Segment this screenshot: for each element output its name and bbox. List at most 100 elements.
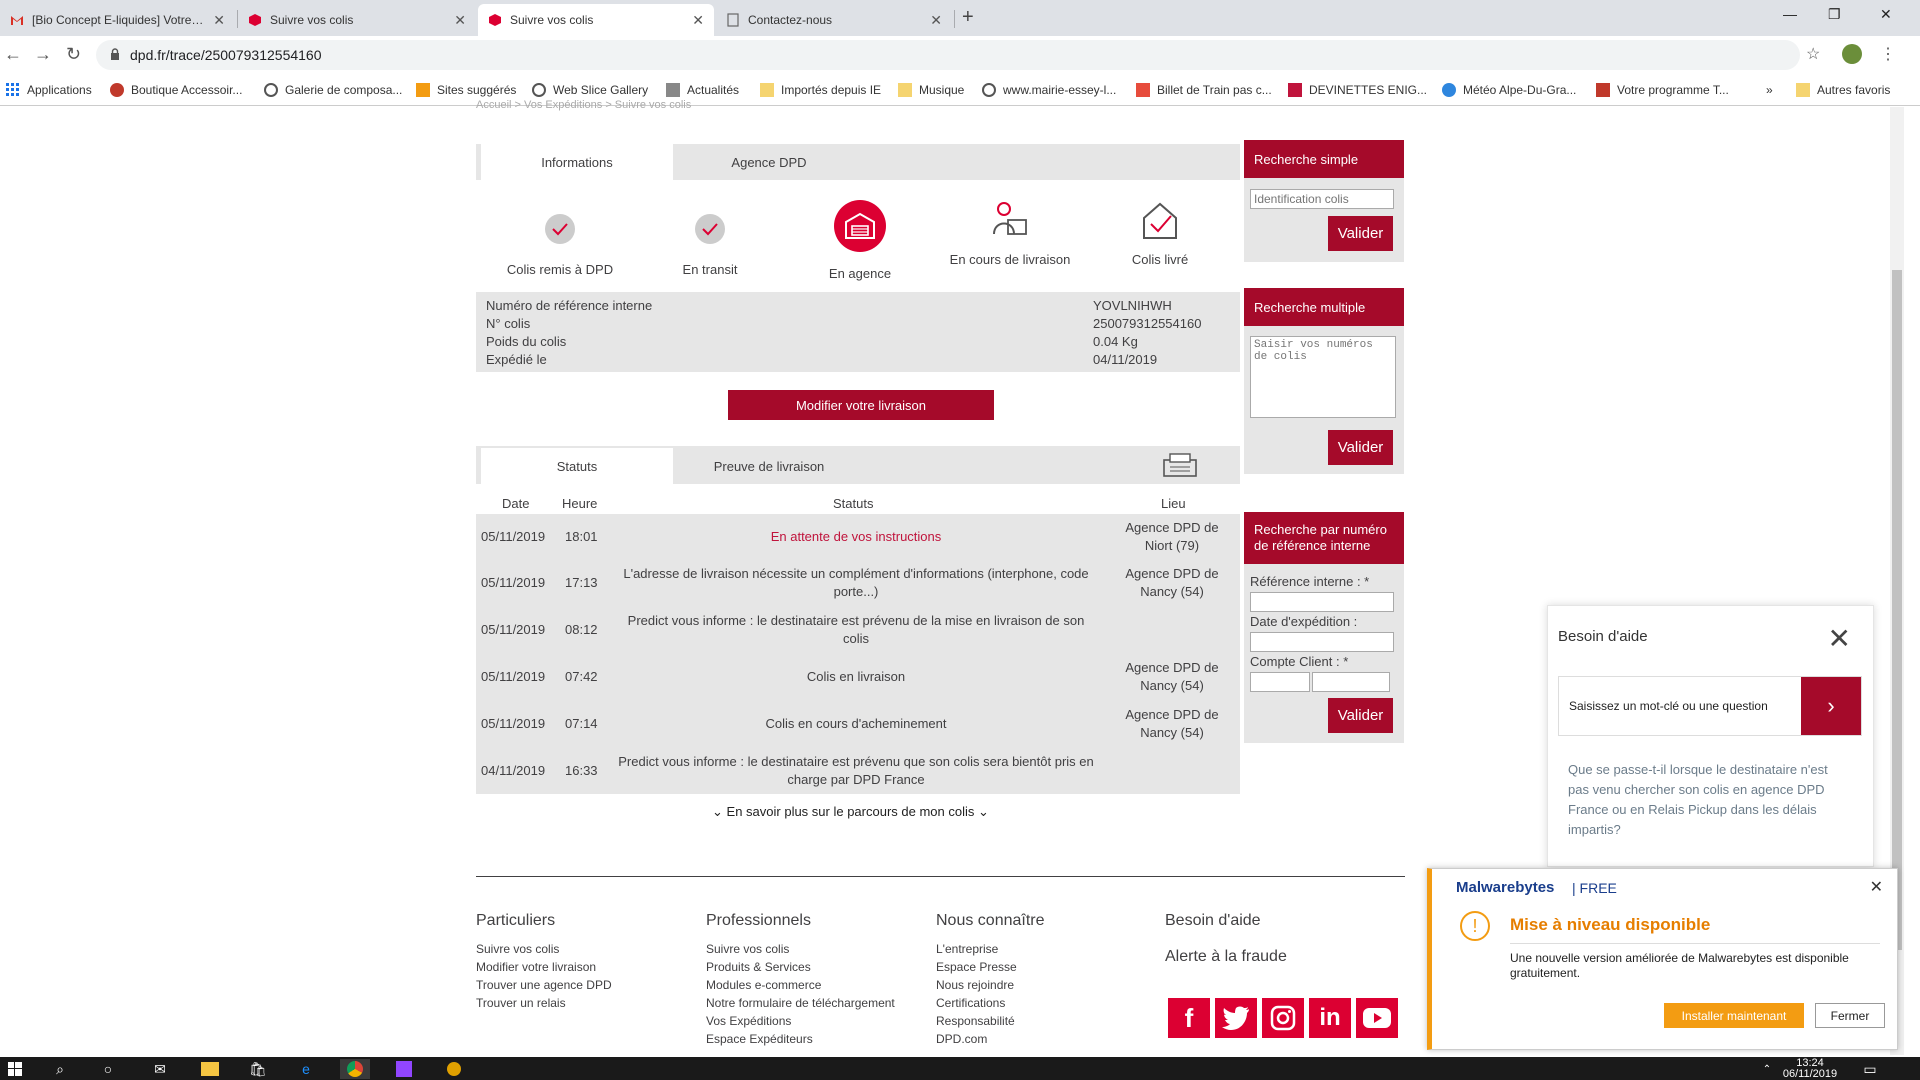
tab-preuve-livraison[interactable]: Preuve de livraison bbox=[673, 448, 865, 484]
tab-informations[interactable]: Informations bbox=[481, 144, 673, 180]
tab-suivre-active[interactable]: Suivre vos colis ✕ bbox=[478, 4, 714, 36]
close-icon[interactable]: ✕ bbox=[1828, 622, 1851, 655]
windows-taskbar: ⌕ ○ ✉ 🛍 e ⌃ 13:24 06/11/2019 ▭ bbox=[0, 1057, 1920, 1080]
footer-besoin-aide[interactable]: Besoin d'aide bbox=[1165, 912, 1261, 930]
linkedin-icon[interactable]: in bbox=[1309, 998, 1351, 1038]
footer-link[interactable]: Responsabilité bbox=[936, 1014, 1015, 1028]
bookmark-folder[interactable]: Musique bbox=[898, 83, 964, 97]
close-icon[interactable]: ✕ bbox=[454, 12, 466, 29]
reload-icon[interactable]: ↻ bbox=[66, 44, 81, 65]
tab-agence-dpd[interactable]: Agence DPD bbox=[673, 144, 865, 180]
search-icon[interactable]: ⌕ bbox=[50, 1059, 70, 1079]
footer-link[interactable]: Vos Expéditions bbox=[706, 1014, 791, 1028]
back-arrow-icon[interactable]: ← bbox=[4, 44, 22, 65]
chrome-icon[interactable] bbox=[340, 1059, 370, 1079]
bookmarks-more[interactable]: » bbox=[1766, 83, 1773, 97]
footer-link[interactable]: Espace Expéditeurs bbox=[706, 1032, 813, 1046]
bookmark-item[interactable]: Web Slice Gallery bbox=[532, 83, 648, 97]
footer-link[interactable]: Modules e-commerce bbox=[706, 978, 821, 992]
footer-link[interactable]: Espace Presse bbox=[936, 960, 1017, 974]
help-search-field[interactable]: Saisissez un mot-clé ou une question › bbox=[1558, 676, 1862, 736]
instagram-icon[interactable] bbox=[1262, 998, 1304, 1038]
fermer-button[interactable]: Fermer bbox=[1815, 1003, 1885, 1028]
chevron-right-icon[interactable]: › bbox=[1801, 677, 1861, 735]
globe-icon bbox=[532, 83, 546, 97]
footer-link[interactable]: Modifier votre livraison bbox=[476, 960, 596, 974]
file-explorer-icon[interactable] bbox=[198, 1059, 222, 1079]
tab-statuts[interactable]: Statuts bbox=[481, 448, 673, 484]
footer-link[interactable]: Nous rejoindre bbox=[936, 978, 1014, 992]
tab-contact[interactable]: Contactez-nous ✕ bbox=[716, 4, 952, 36]
footer-particuliers-title: Particuliers bbox=[476, 912, 556, 929]
footer-link[interactable]: DPD.com bbox=[936, 1032, 987, 1046]
tab-suivre-1[interactable]: Suivre vos colis ✕ bbox=[238, 4, 476, 36]
new-tab-button[interactable]: + bbox=[962, 6, 974, 29]
app-icon[interactable] bbox=[442, 1059, 466, 1079]
info-tabs: Informations Agence DPD bbox=[476, 144, 1240, 180]
close-icon[interactable]: ✕ bbox=[213, 12, 225, 29]
compte-input-1[interactable] bbox=[1250, 672, 1310, 692]
modify-delivery-button[interactable]: Modifier votre livraison bbox=[728, 390, 994, 420]
footer-alerte-fraude[interactable]: Alerte à la fraude bbox=[1165, 948, 1287, 966]
bookmark-folder[interactable]: Importés depuis IE bbox=[760, 83, 881, 97]
valider-multiple-button[interactable]: Valider bbox=[1328, 430, 1393, 465]
install-now-button[interactable]: Installer maintenant bbox=[1664, 1003, 1804, 1028]
close-icon[interactable]: ✕ bbox=[1870, 877, 1883, 897]
footer-link[interactable]: Suivre vos colis bbox=[476, 942, 559, 956]
windows-start-icon[interactable] bbox=[6, 1059, 24, 1079]
youtube-icon[interactable] bbox=[1356, 998, 1398, 1038]
restore-button[interactable]: ❐ bbox=[1828, 6, 1841, 23]
tab-label: Contactez-nous bbox=[748, 13, 833, 27]
notification-icon[interactable]: ▭ bbox=[1860, 1059, 1880, 1079]
forward-arrow-icon[interactable]: → bbox=[34, 44, 52, 65]
bookmark-item[interactable]: Billet de Train pas c... bbox=[1136, 83, 1272, 97]
mail-icon[interactable]: ✉ bbox=[146, 1059, 174, 1079]
tab-gmail[interactable]: [Bio Concept E-liquides] Votre co ✕ bbox=[0, 4, 235, 36]
clock[interactable]: 13:24 06/11/2019 bbox=[1770, 1057, 1850, 1080]
more-info-link[interactable]: ⌄ En savoir plus sur le parcours de mon … bbox=[712, 804, 989, 820]
multiple-tracking-textarea[interactable] bbox=[1250, 336, 1396, 418]
twitter-icon[interactable] bbox=[1215, 998, 1257, 1038]
bookmark-item[interactable]: Sites suggérés bbox=[416, 83, 516, 97]
close-icon[interactable]: ✕ bbox=[692, 12, 704, 29]
omnibox[interactable]: dpd.fr/trace/250079312554160 bbox=[96, 40, 1800, 70]
bookmark-item[interactable]: Météo Alpe-Du-Gra... bbox=[1442, 83, 1576, 97]
bookmark-item[interactable]: Votre programme T... bbox=[1596, 83, 1729, 97]
facebook-icon[interactable]: f bbox=[1168, 998, 1210, 1038]
bookmark-item[interactable]: www.mairie-essey-l... bbox=[982, 83, 1116, 97]
avatar[interactable] bbox=[1842, 44, 1862, 64]
menu-icon[interactable]: ⋮ bbox=[1880, 44, 1896, 64]
printer-icon[interactable] bbox=[1160, 452, 1200, 485]
footer-link[interactable]: Produits & Services bbox=[706, 960, 811, 974]
bookmark-item[interactable]: DEVINETTES ENIG... bbox=[1288, 83, 1427, 97]
store-icon[interactable]: 🛍 bbox=[246, 1059, 270, 1079]
bookmark-item[interactable]: Boutique Accessoir... bbox=[110, 83, 242, 97]
other-bookmarks[interactable]: Autres favoris bbox=[1796, 83, 1890, 97]
twitch-icon[interactable] bbox=[392, 1059, 416, 1079]
footer-link[interactable]: Notre formulaire de téléchargement bbox=[706, 996, 895, 1010]
close-icon[interactable]: ✕ bbox=[930, 12, 942, 29]
close-window-button[interactable]: ✕ bbox=[1880, 6, 1892, 23]
tv-icon bbox=[1596, 83, 1610, 97]
scrollbar-thumb[interactable] bbox=[1892, 270, 1902, 950]
valider-reference-button[interactable]: Valider bbox=[1328, 698, 1393, 733]
bookmark-item[interactable]: Galerie de composa... bbox=[264, 83, 402, 97]
task-view-icon[interactable]: ○ bbox=[98, 1059, 118, 1079]
tracking-id-input[interactable] bbox=[1250, 189, 1394, 209]
reference-input[interactable] bbox=[1250, 592, 1394, 612]
star-icon[interactable]: ☆ bbox=[1806, 44, 1820, 64]
footer-link[interactable]: L'entreprise bbox=[936, 942, 998, 956]
footer-link[interactable]: Trouver un relais bbox=[476, 996, 566, 1010]
date-input[interactable] bbox=[1250, 632, 1394, 652]
bookmark-item[interactable]: Actualités bbox=[666, 83, 739, 97]
footer-link[interactable]: Certifications bbox=[936, 996, 1005, 1010]
footer-link[interactable]: Suivre vos colis bbox=[706, 942, 789, 956]
valider-simple-button[interactable]: Valider bbox=[1328, 216, 1393, 251]
bookmark-applications[interactable]: Applications bbox=[6, 83, 92, 97]
status-table bbox=[476, 514, 1240, 794]
footer-link[interactable]: Trouver une agence DPD bbox=[476, 978, 612, 992]
compte-input-2[interactable] bbox=[1312, 672, 1390, 692]
help-question-link[interactable]: Que se passe-t-il lorsque le destinatair… bbox=[1568, 760, 1848, 840]
minimize-button[interactable]: — bbox=[1783, 6, 1797, 22]
edge-icon[interactable]: e bbox=[294, 1059, 318, 1079]
